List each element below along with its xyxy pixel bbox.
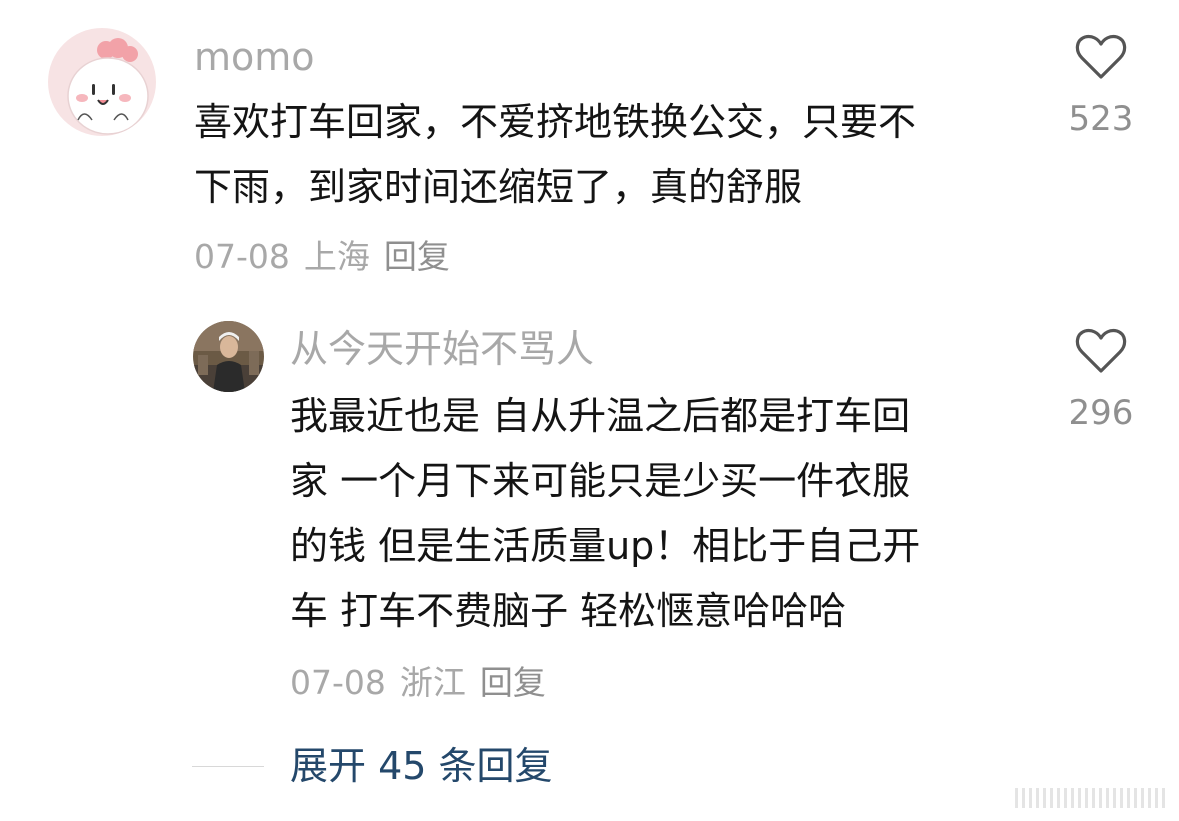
like-count: 523 [1068,99,1134,139]
heart-icon[interactable] [1075,34,1127,80]
expand-replies-label[interactable]: 展开 45 条回复 [290,747,553,785]
like-button[interactable]: 296 [1046,328,1156,430]
comment-text: 喜欢打车回家，不爱挤地铁换公交，只要不 下雨，到家时间还缩短了，真的舒服 [194,100,917,209]
reply-username[interactable]: 从今天开始不骂人 [290,330,594,368]
comment-username[interactable]: momo [194,38,315,76]
like-count: 296 [1068,393,1134,433]
comment-location: 上海 [303,237,370,276]
reply-date: 07-08 [290,663,386,702]
divider [192,765,264,767]
avatar[interactable] [48,28,156,136]
heart-icon[interactable] [1075,328,1127,374]
expand-replies-button[interactable]: 展开 45 条回复 [192,744,553,788]
reply-button[interactable]: 回复 [384,237,450,276]
reply-text: 我最近也是 自从升温之后都是打车回 家 一个月下来可能只是少买一件衣服 的钱 但… [290,394,921,633]
watermark-icon [1015,785,1165,811]
cartoon-chick-avatar-icon [48,28,156,136]
comment-meta: 07-08 上海 回复 [194,240,464,273]
reply-meta: 07-08 浙江 回复 [290,666,560,699]
reply-location: 浙江 [399,663,466,702]
like-button[interactable]: 523 [1046,34,1156,136]
comment-date: 07-08 [194,237,290,276]
person-photo-avatar-icon [193,321,264,392]
reply-button[interactable]: 回复 [480,663,546,702]
comment-thread: momo 喜欢打车回家，不爱挤地铁换公交，只要不 下雨，到家时间还缩短了，真的舒… [0,0,1179,821]
avatar[interactable] [193,321,264,392]
